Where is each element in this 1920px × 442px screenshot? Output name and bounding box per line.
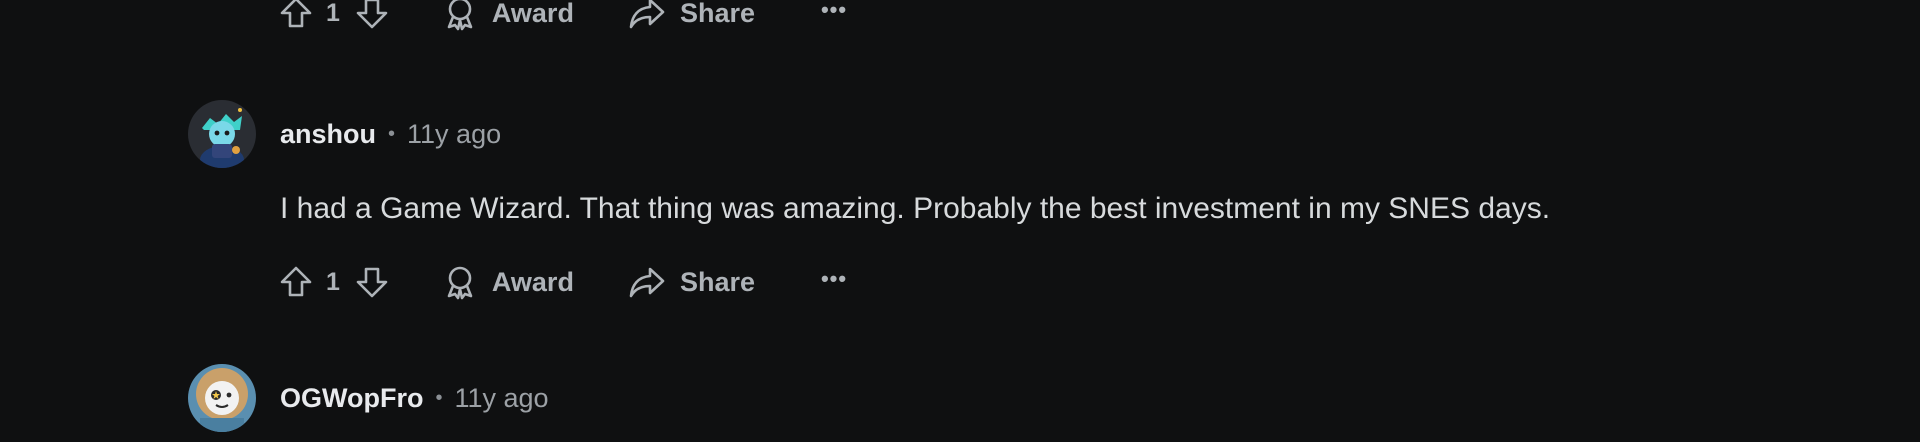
comment-header: OGWopFro • 11y ago: [188, 364, 549, 432]
award-button[interactable]: Award: [442, 264, 574, 300]
vote-count: 1: [326, 0, 340, 27]
meta-separator: •: [435, 386, 443, 409]
comment-header: anshou • 11y ago: [188, 100, 501, 168]
downvote-arrow-icon[interactable]: [354, 264, 390, 300]
share-label: Share: [679, 266, 755, 297]
upvote-arrow-icon[interactable]: [278, 264, 314, 300]
award-label: Award: [491, 266, 574, 297]
upvote-arrow-icon[interactable]: [278, 0, 314, 31]
avatar[interactable]: [188, 100, 256, 168]
comment-action-bar: 1 Award Share •••: [278, 0, 847, 33]
comment-age[interactable]: 11y ago: [455, 383, 549, 414]
share-arrow-icon: [628, 264, 666, 300]
meta-separator: •: [388, 122, 396, 145]
vote-count: 1: [326, 267, 340, 296]
more-options-button[interactable]: •••: [821, 268, 847, 296]
share-label: Share: [679, 0, 755, 28]
share-arrow-icon: [628, 0, 666, 31]
share-button[interactable]: Share: [628, 264, 755, 300]
username[interactable]: OGWopFro: [280, 383, 423, 414]
comment-body: I had a Game Wizard. That thing was amaz…: [280, 192, 1551, 225]
vote-controls: 1: [278, 264, 390, 300]
comment-age[interactable]: 11y ago: [407, 119, 501, 150]
vote-controls: 1: [278, 0, 390, 31]
share-button[interactable]: Share: [628, 0, 755, 31]
downvote-arrow-icon[interactable]: [354, 0, 390, 31]
username[interactable]: anshou: [280, 119, 376, 150]
award-ribbon-icon: [442, 264, 478, 300]
more-options-button[interactable]: •••: [821, 0, 847, 27]
award-label: Award: [491, 0, 574, 28]
award-ribbon-icon: [442, 0, 478, 31]
award-button[interactable]: Award: [442, 0, 574, 31]
comment-action-bar: 1 Award Share •••: [278, 262, 847, 302]
avatar[interactable]: [188, 364, 256, 432]
